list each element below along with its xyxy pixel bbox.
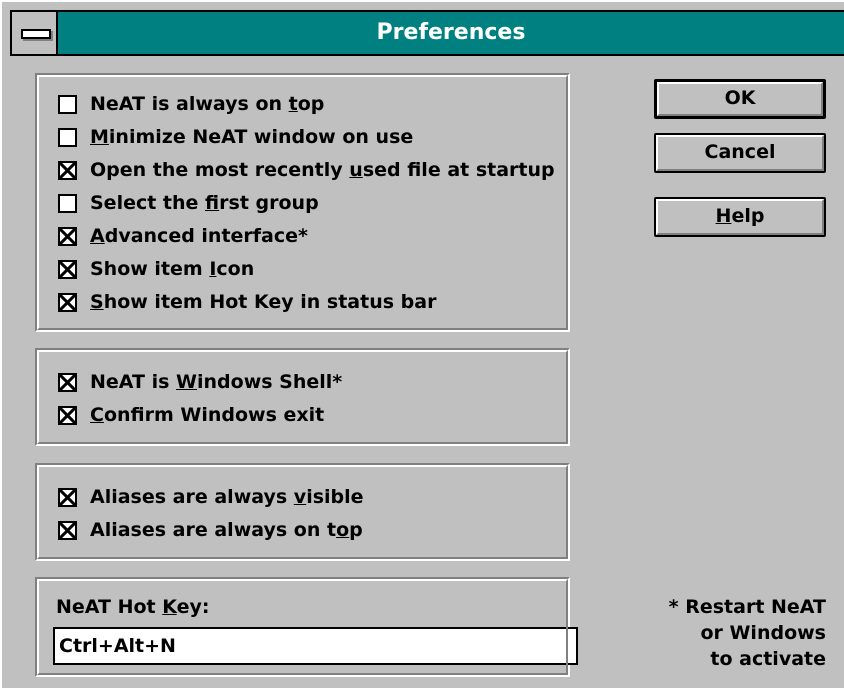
option-label-post: p (349, 519, 363, 541)
option-label-pre: Show item (90, 258, 210, 280)
option-label-pre: Select the (90, 192, 206, 214)
option-label-post: dvanced interface* (104, 225, 308, 247)
option-label-post: isible (306, 486, 364, 508)
hotkey-label-pre: NeAT Hot (56, 596, 163, 618)
option-row[interactable]: Minimize NeAT window on use (58, 124, 413, 150)
option-label: Show item Hot Key in status bar (90, 291, 436, 313)
option-row[interactable]: NeAT is always on top (58, 91, 324, 117)
option-label-post: indows Shell* (197, 371, 343, 393)
option-label-pre: Aliases are always on t (90, 519, 337, 541)
shell-options-group: NeAT is Windows Shell* Confirm Windows ex… (35, 348, 570, 446)
option-label: Confirm Windows exit (90, 404, 324, 426)
option-label-post: irst group (219, 192, 319, 214)
option-label: NeAT is always on top (90, 93, 324, 115)
option-label: Aliases are always visible (90, 486, 364, 508)
alias-options-group: Aliases are always visible Aliases are al… (35, 463, 570, 561)
option-label: Open the most recently used file at star… (90, 159, 555, 181)
ok-button[interactable]: OK (654, 79, 826, 119)
hotkey-label: NeAT Hot Key: (56, 596, 210, 618)
option-label-accel: o (336, 519, 350, 541)
option-label-accel: S (90, 291, 104, 313)
checkbox-checked[interactable] (58, 226, 77, 246)
checkbox-checked[interactable] (58, 259, 77, 279)
option-label-accel: v (293, 486, 307, 508)
checkbox-unchecked[interactable] (58, 193, 77, 213)
help-accel: H (715, 205, 732, 227)
option-label-post: op (297, 93, 325, 115)
option-label-post: onfirm Windows exit (103, 404, 325, 426)
option-row[interactable]: Open the most recently used file at star… (58, 157, 555, 183)
checkbox-checked[interactable] (58, 372, 77, 392)
checkbox-checked[interactable] (58, 405, 77, 425)
option-label-accel: C (90, 404, 104, 426)
option-label-pre: NeAT is always on (90, 93, 289, 115)
option-row[interactable]: Aliases are always on top (58, 517, 363, 543)
option-label-post: con (216, 258, 255, 280)
option-label: Select the first group (90, 192, 319, 214)
option-row[interactable]: Aliases are always visible (58, 484, 364, 510)
system-menu-icon (21, 29, 51, 39)
option-label-pre: NeAT is (90, 371, 177, 393)
window-title: Preferences (376, 20, 526, 45)
option-label-post: inimize NeAT window on use (108, 126, 414, 148)
option-label-accel: A (90, 225, 105, 247)
option-row[interactable]: NeAT is Windows Shell* (58, 369, 342, 395)
option-label: Show item Icon (90, 258, 254, 280)
option-label-post: sed file at startup (362, 159, 555, 181)
option-label-post: how item Hot Key in status bar (103, 291, 437, 313)
option-label-pre: Open the most recently (90, 159, 350, 181)
option-label: Minimize NeAT window on use (90, 126, 413, 148)
help-label-rest: elp (731, 205, 765, 227)
checkbox-checked[interactable] (58, 292, 77, 312)
option-label-accel: M (90, 126, 109, 148)
option-row[interactable]: Select the first group (58, 190, 319, 216)
option-label-accel: u (349, 159, 363, 181)
checkbox-unchecked[interactable] (58, 127, 77, 147)
system-menu-button[interactable] (12, 12, 58, 54)
option-row[interactable]: Show item Hot Key in status bar (58, 289, 436, 315)
checkbox-unchecked[interactable] (58, 94, 77, 114)
option-row[interactable]: Show item Icon (58, 256, 254, 282)
option-label-pre: Aliases are always (90, 486, 294, 508)
title-bar: Preferences (10, 10, 844, 56)
hotkey-input[interactable]: Ctrl+Alt+N (53, 627, 578, 665)
option-label-accel: t (288, 93, 298, 115)
option-label: Aliases are always on top (90, 519, 363, 541)
hotkey-label-post: ey: (176, 596, 210, 618)
checkbox-checked[interactable] (58, 520, 77, 540)
preferences-dialog: Preferences NeAT is always on top Minimiz… (0, 0, 844, 688)
option-row[interactable]: Confirm Windows exit (58, 402, 324, 428)
option-label-accel: f (205, 192, 220, 214)
hotkey-label-accel: K (162, 596, 177, 618)
general-options-group: NeAT is always on top Minimize NeAT windo… (35, 73, 570, 332)
hotkey-group: NeAT Hot Key: Ctrl+Alt+N (35, 577, 578, 677)
restart-note: * Restart NeAT or Windows to activate (668, 596, 826, 670)
option-label-accel: W (176, 371, 197, 393)
option-label: Advanced interface* (90, 225, 308, 247)
cancel-button[interactable]: Cancel (654, 133, 826, 173)
option-label: NeAT is Windows Shell* (90, 371, 342, 393)
checkbox-checked[interactable] (58, 160, 77, 180)
option-row[interactable]: Advanced interface* (58, 223, 308, 249)
checkbox-checked[interactable] (58, 487, 77, 507)
help-button[interactable]: Help (654, 197, 826, 237)
